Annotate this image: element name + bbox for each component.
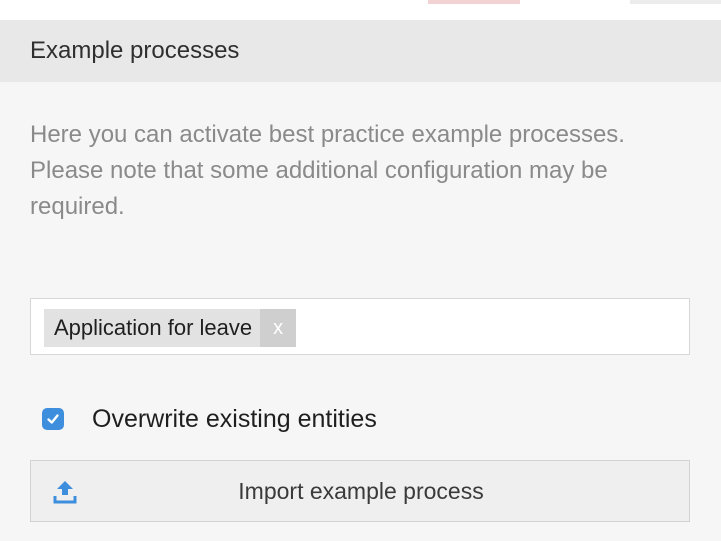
top-strip — [0, 0, 721, 20]
selected-process-label: Application for leave — [54, 315, 253, 340]
selected-process-tag: Application for leave x — [44, 309, 297, 347]
process-select-input[interactable]: Application for leave x — [30, 298, 690, 355]
import-example-process-button[interactable]: Import example process — [30, 460, 690, 522]
widget-header: Example processes — [0, 20, 721, 82]
overwrite-option: Overwrite existing entities — [42, 404, 377, 434]
remove-tag-button[interactable]: x — [260, 309, 297, 347]
top-tab-highlight — [428, 0, 520, 4]
widget-description: Here you can activate best practice exam… — [30, 121, 625, 220]
example-processes-widget: Example processes Here you can activate … — [0, 20, 721, 541]
widget-title: Example processes — [30, 37, 240, 64]
top-tab — [630, 0, 721, 4]
overwrite-checkbox[interactable] — [42, 408, 64, 430]
import-button-label: Import example process — [238, 477, 484, 504]
checkmark-icon — [47, 414, 59, 424]
overwrite-label[interactable]: Overwrite existing entities — [92, 405, 377, 434]
